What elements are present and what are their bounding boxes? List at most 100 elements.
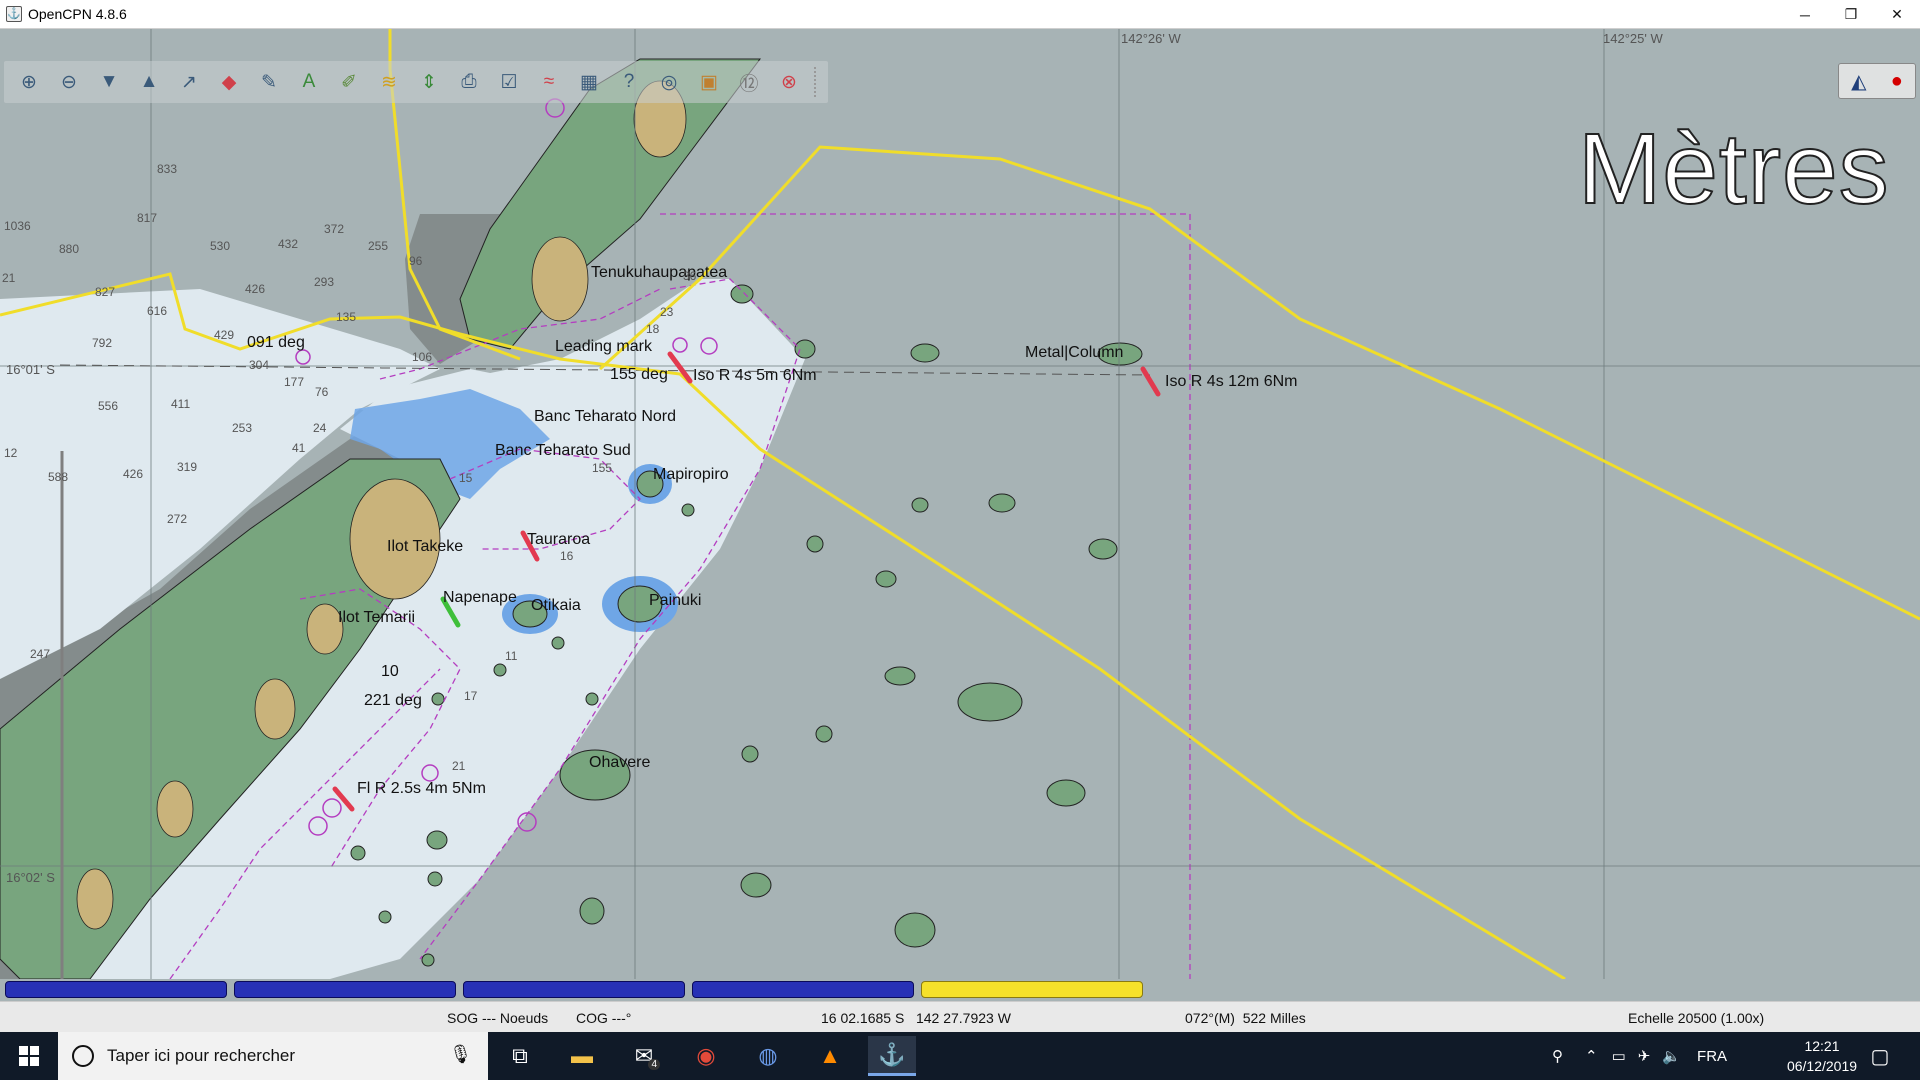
longitude-label-2: 142°25' W: [1603, 31, 1663, 46]
cortana-icon: [72, 1045, 94, 1067]
track-icon[interactable]: ≋: [370, 63, 408, 101]
cog-readout: COG ---°: [576, 1010, 632, 1026]
sounding: 12: [4, 446, 18, 460]
mail-icon[interactable]: ✉ 4: [620, 1036, 668, 1076]
zoom-out-icon[interactable]: ⊖: [50, 63, 88, 101]
follow-icon[interactable]: ⇕: [410, 63, 448, 101]
opencpn-app-icon: ⚓: [6, 6, 22, 22]
piano-key-3[interactable]: [463, 981, 685, 998]
status-bar: SOG --- Noeuds COG ---° 16 02.1685 S 142…: [0, 1001, 1920, 1032]
file-explorer-icon[interactable]: ▬: [558, 1036, 606, 1076]
sounding: 588: [48, 470, 69, 484]
label-ilot-takeke: Ilot Takeke: [387, 538, 464, 555]
scale-icon[interactable]: ⑫: [730, 63, 768, 101]
route-manager-icon[interactable]: ☑: [490, 63, 528, 101]
ais-icon[interactable]: ◆: [210, 63, 248, 101]
compass-gps-widget[interactable]: ◭ ●: [1838, 63, 1916, 99]
label-otikaia: Otikaia: [531, 597, 581, 614]
chart-piano-bar: [0, 979, 1920, 1001]
tide-icon[interactable]: ≈: [530, 63, 568, 101]
latitude-label-2: 16°02' S: [6, 870, 55, 885]
north-arrow-icon: ◭: [1851, 70, 1867, 93]
sounding: 11: [505, 649, 518, 663]
text-icon[interactable]: A: [290, 63, 328, 101]
microphone-icon[interactable]: 🎙: [449, 1044, 472, 1065]
scale-readout: Echelle 20500 (1.00x): [1628, 1010, 1765, 1026]
sounding: 155: [592, 461, 613, 475]
chrome-icon[interactable]: ◉: [682, 1036, 730, 1076]
sounding: 36: [683, 269, 697, 283]
route-icon[interactable]: ↗: [170, 63, 208, 101]
piano-key-1[interactable]: [5, 981, 227, 998]
vlc-icon[interactable]: ▲: [806, 1036, 854, 1076]
scale-out-icon[interactable]: ▲: [130, 63, 168, 101]
sounding: 792: [92, 336, 113, 350]
sounding: 177: [284, 375, 305, 389]
sounding: 426: [245, 282, 266, 296]
toolbar-grip[interactable]: [814, 67, 822, 97]
opencpn-taskbar-icon[interactable]: ⚓: [868, 1036, 916, 1076]
chart-canvas[interactable]: 142°26' W 142°25' W 16°01' S 16°02' S Te…: [0, 29, 1920, 979]
sounding: 76: [315, 385, 329, 399]
west-sand-4: [156, 780, 194, 838]
label-banc-teharato-nord: Banc Teharato Nord: [534, 408, 677, 425]
scale-in-icon[interactable]: ▼: [90, 63, 128, 101]
sounding: 16: [560, 549, 574, 563]
cursor-position: 16 02.1685 S 142 27.7923 W: [821, 1010, 1011, 1026]
volume-icon[interactable]: 🔈: [1662, 1047, 1681, 1065]
language-indicator[interactable]: FRA: [1697, 1048, 1727, 1065]
airplane-mode-icon[interactable]: ✈: [1638, 1047, 1651, 1065]
zoom-in-icon[interactable]: ⊕: [10, 63, 48, 101]
start-button[interactable]: [0, 1032, 58, 1080]
sounding: 372: [324, 222, 345, 236]
sounding: 616: [147, 304, 168, 318]
chart-icon[interactable]: ▣: [690, 63, 728, 101]
clock[interactable]: 12:21 06/12/2019: [1782, 1036, 1862, 1076]
battery-icon[interactable]: ▭: [1612, 1047, 1626, 1065]
gps-status-icon: ●: [1890, 69, 1903, 92]
label-iso-r-4s-12m: Iso R 4s 12m 6Nm: [1165, 373, 1298, 390]
mob-icon[interactable]: ⊗: [770, 63, 808, 101]
network-app-icon[interactable]: ◍: [744, 1036, 792, 1076]
label-tauraroa: Tauraroa: [527, 531, 591, 548]
task-view-icon[interactable]: ⧉: [496, 1036, 544, 1076]
notifications-icon[interactable]: ▢: [1856, 1036, 1904, 1076]
label-banc-teharato-sud: Banc Teharato Sud: [495, 442, 631, 459]
sog-readout: SOG --- Noeuds: [447, 1010, 549, 1026]
maximize-button[interactable]: ❐: [1828, 0, 1874, 29]
label-leading-mark: Leading mark: [555, 338, 652, 355]
sounding: 18: [646, 322, 660, 336]
label-metal-column: Metal|Column: [1025, 344, 1124, 361]
people-icon[interactable]: ⚲: [1552, 1047, 1563, 1065]
depth-units-overlay: Mètres: [1577, 113, 1890, 225]
window-title: OpenCPN 4.8.6: [28, 6, 127, 22]
measure-icon[interactable]: ✎: [250, 63, 288, 101]
label-fl-r-2-5s: Fl R 2.5s 4m 5Nm: [357, 780, 486, 797]
west-sand-3: [254, 678, 296, 740]
label-iso-r-4s-5m: Iso R 4s 5m 6Nm: [693, 367, 817, 384]
close-button[interactable]: ✕: [1874, 0, 1920, 29]
sounding: 247: [30, 647, 51, 661]
piano-key-2[interactable]: [234, 981, 456, 998]
search-placeholder: Taper ici pour rechercher: [107, 1046, 296, 1065]
sounding: 293: [314, 275, 335, 289]
west-sand-5: [76, 868, 114, 930]
print-icon[interactable]: ⎙: [450, 63, 488, 101]
mark-icon[interactable]: ✐: [330, 63, 368, 101]
sounding: 41: [292, 441, 306, 455]
sounding: 530: [210, 239, 231, 253]
piano-key-5[interactable]: [921, 981, 1143, 998]
taskbar-search-box[interactable]: Taper ici pour rechercher 🎙: [58, 1032, 488, 1080]
piano-key-4[interactable]: [692, 981, 914, 998]
settings-icon[interactable]: ?: [610, 63, 648, 101]
title-bar: ⚓ OpenCPN 4.8.6 ─ ❐ ✕: [0, 0, 1920, 29]
sounding: 827: [95, 285, 116, 299]
globe-icon[interactable]: ◎: [650, 63, 688, 101]
sounding: 17: [464, 689, 478, 703]
sounding: 880: [59, 242, 80, 256]
minimize-button[interactable]: ─: [1782, 0, 1828, 29]
current-icon[interactable]: ▦: [570, 63, 608, 101]
mail-badge: 4: [648, 1059, 660, 1070]
label-tenukuhaupapatea: Tenukuhaupapatea: [591, 264, 728, 281]
tray-expand-icon[interactable]: ⌃: [1585, 1047, 1598, 1065]
